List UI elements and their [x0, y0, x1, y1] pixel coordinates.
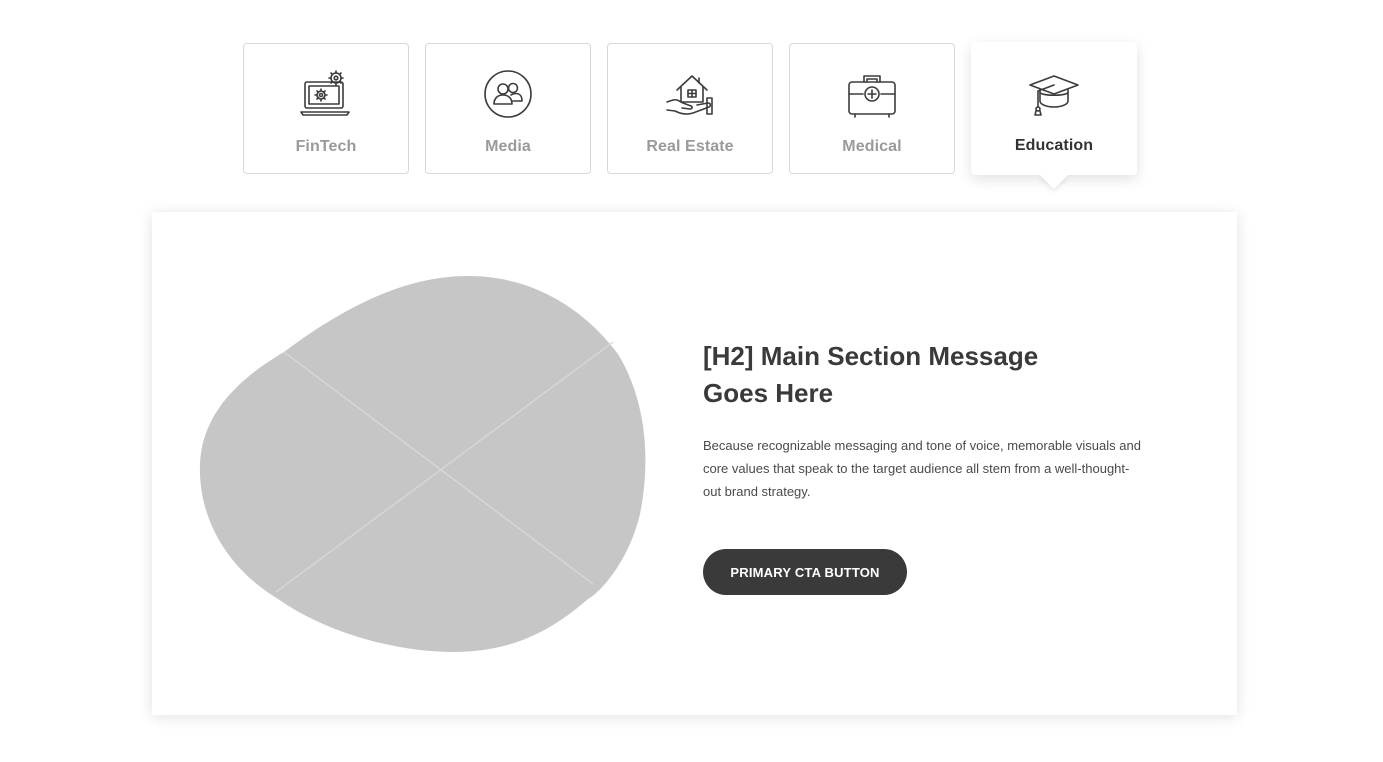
- section-body: Because recognizable messaging and tone …: [703, 438, 1141, 499]
- people-circle-icon: [481, 68, 535, 120]
- tab-media[interactable]: Media: [425, 43, 591, 174]
- tab-label: Education: [1014, 137, 1094, 154]
- tab-medical[interactable]: Medical: [789, 43, 955, 174]
- tab-fintech[interactable]: FinTech: [243, 43, 409, 174]
- medical-kit-icon: [845, 68, 899, 120]
- tab-label: FinTech: [295, 138, 357, 155]
- primary-cta-button[interactable]: PRIMARY CTA BUTTON: [703, 549, 907, 595]
- image-placeholder: [199, 276, 646, 652]
- industry-tabs: FinTech Media Real Estate Medical Educat…: [243, 42, 1137, 175]
- tab-education[interactable]: Education: [971, 42, 1137, 175]
- graduation-cap-icon: [1027, 67, 1081, 119]
- tab-label: Medical: [842, 138, 902, 155]
- section-copy: [H2] Main Section Message Goes Here Beca…: [703, 338, 1163, 595]
- tab-label: Real Estate: [646, 138, 734, 155]
- content-card: [H2] Main Section Message Goes Here Beca…: [152, 212, 1237, 715]
- section-heading: [H2] Main Section Message Goes Here: [703, 341, 1039, 408]
- house-hand-icon: [663, 68, 717, 120]
- laptop-gear-icon: [299, 68, 353, 120]
- tab-real-estate[interactable]: Real Estate: [607, 43, 773, 174]
- tab-label: Media: [485, 138, 531, 155]
